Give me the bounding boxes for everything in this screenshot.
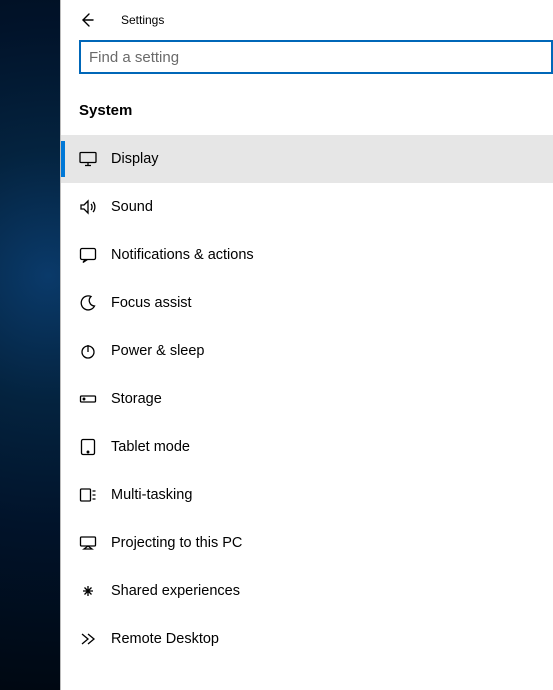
tablet-icon (79, 438, 97, 456)
nav-item-shared-experiences[interactable]: Shared experiences (61, 567, 553, 615)
nav-item-storage[interactable]: Storage (61, 375, 553, 423)
header-title: Settings (121, 13, 164, 27)
storage-icon (79, 390, 97, 408)
header: Settings (61, 0, 553, 40)
nav-list: Display Sound Notifications & actions Fo… (61, 135, 553, 663)
nav-item-focus-assist[interactable]: Focus assist (61, 279, 553, 327)
sound-icon (79, 198, 97, 216)
search-wrap (61, 40, 553, 74)
nav-label: Projecting to this PC (111, 535, 242, 551)
nav-label: Power & sleep (111, 343, 205, 359)
settings-pane: Settings System Display Sound Notificati… (60, 0, 553, 690)
nav-item-power-sleep[interactable]: Power & sleep (61, 327, 553, 375)
shared-icon (79, 582, 97, 600)
nav-label: Display (111, 151, 159, 167)
nav-item-display[interactable]: Display (61, 135, 553, 183)
nav-label: Remote Desktop (111, 631, 219, 647)
nav-item-projecting[interactable]: Projecting to this PC (61, 519, 553, 567)
nav-label: Focus assist (111, 295, 192, 311)
nav-label: Shared experiences (111, 583, 240, 599)
nav-label: Sound (111, 199, 153, 215)
nav-item-multitasking[interactable]: Multi-tasking (61, 471, 553, 519)
nav-item-tablet-mode[interactable]: Tablet mode (61, 423, 553, 471)
nav-label: Notifications & actions (111, 247, 254, 263)
project-icon (79, 534, 97, 552)
back-button[interactable] (73, 6, 101, 34)
back-arrow-icon (79, 12, 95, 28)
power-icon (79, 342, 97, 360)
nav-label: Multi-tasking (111, 487, 192, 503)
nav-item-remote-desktop[interactable]: Remote Desktop (61, 615, 553, 663)
nav-item-notifications[interactable]: Notifications & actions (61, 231, 553, 279)
notifications-icon (79, 246, 97, 264)
desktop-background (0, 0, 60, 690)
monitor-icon (79, 150, 97, 168)
search-input[interactable] (79, 40, 553, 74)
multitask-icon (79, 486, 97, 504)
moon-icon (79, 294, 97, 312)
nav-label: Storage (111, 391, 162, 407)
section-title: System (61, 74, 553, 135)
remote-icon (79, 630, 97, 648)
nav-label: Tablet mode (111, 439, 190, 455)
nav-item-sound[interactable]: Sound (61, 183, 553, 231)
